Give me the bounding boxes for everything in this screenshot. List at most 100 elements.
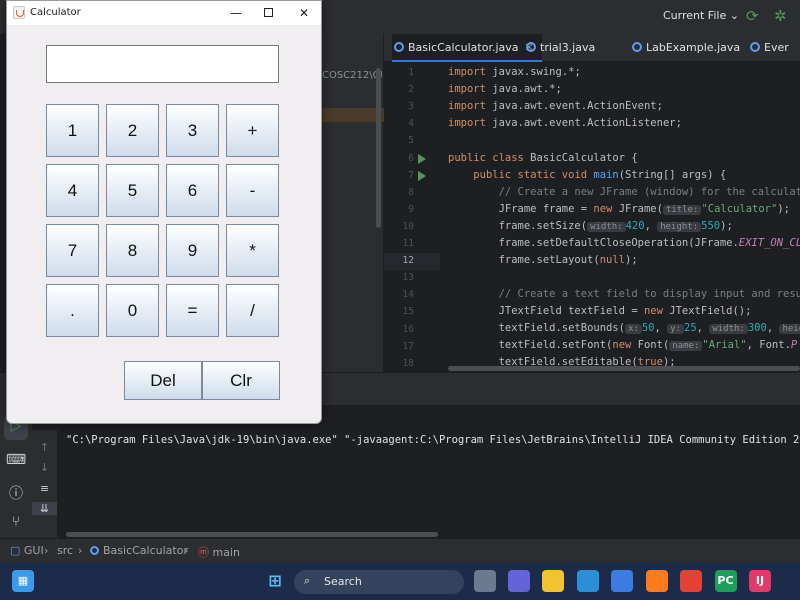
key-1-button[interactable]: 1 <box>46 104 99 157</box>
code-line-9: JFrame frame = new JFrame(title: "Calcula… <box>448 203 790 215</box>
code-line-15: JTextField textField = new JTextField(); <box>448 305 752 317</box>
terminal-icon[interactable]: ⌨ <box>0 452 32 468</box>
tab-label: trial3.java <box>540 41 596 54</box>
chrome-icon[interactable] <box>680 570 702 592</box>
key-0-button[interactable]: 0 <box>106 284 159 337</box>
soft-wrap-icon[interactable]: ≡ <box>32 482 57 495</box>
close-button[interactable]: ✕ <box>289 3 319 23</box>
maximize-button[interactable] <box>253 3 283 23</box>
firefox-icon[interactable] <box>645 570 668 592</box>
run-class-icon[interactable] <box>418 154 426 164</box>
code-line-4: import java.awt.event.ActionListener; <box>448 117 682 129</box>
line-number: 10 <box>402 220 414 232</box>
code-line-6: public class BasicCalculator { <box>448 152 638 164</box>
tab-ever[interactable]: Ever <box>750 34 789 62</box>
editor-horizontal-scrollbar[interactable] <box>448 366 800 371</box>
key-decimal-button[interactable]: . <box>46 284 99 337</box>
console-scrollbar[interactable] <box>66 532 438 537</box>
clear-button[interactable]: Clr <box>202 361 280 400</box>
line-number: 8 <box>408 186 414 198</box>
code-line-3: import java.awt.event.ActionEvent; <box>448 100 663 112</box>
store-icon[interactable] <box>611 570 633 592</box>
java-class-icon <box>394 42 404 52</box>
tab-trial3[interactable]: trial3.java <box>526 34 595 62</box>
key-minus-button[interactable]: - <box>226 164 279 217</box>
code-line-16: textField.setBounds(x: 50, y: 25, width: 30… <box>448 322 800 339</box>
teams-icon[interactable] <box>508 570 530 592</box>
scroll-to-end-icon[interactable]: ⇊ <box>32 502 57 515</box>
calculator-window: Calculator — ✕ 1 2 3 +4 5 6- 7 8 9 *. 0 = / Del Clr <box>6 0 322 424</box>
line-number: 6 <box>408 152 414 164</box>
desktop: Current File ⌄ ⟳ ✲ COSC212\GU BasicCalcu… <box>0 0 800 600</box>
scroll-down-icon[interactable]: ↓ <box>32 461 57 474</box>
breadcrumb-gui[interactable]: ▢ GUI <box>10 544 44 557</box>
key-multiply-button[interactable]: * <box>226 224 279 277</box>
delete-button[interactable]: Del <box>124 361 202 400</box>
run-console-panel <box>0 405 800 538</box>
code-line-14: // Create a text field to display input … <box>448 288 800 300</box>
tab-label: BasicCalculator.java <box>408 41 519 54</box>
line-number: 13 <box>402 272 414 284</box>
line-number: 5 <box>408 135 414 147</box>
start-windows-icon[interactable]: ⊞ <box>264 570 286 592</box>
line-number: 14 <box>402 289 414 301</box>
project-scrollbar[interactable] <box>376 68 381 228</box>
maximize-icon <box>263 8 273 17</box>
key-2-button[interactable]: 2 <box>106 104 159 157</box>
console-output-line: "C:\Program Files\Java\jdk-19\bin\java.e… <box>66 434 800 446</box>
breadcrumb-class[interactable]: BasicCalculator <box>90 544 188 557</box>
line-number: 7 <box>408 169 414 181</box>
tab-label: LabExample.java <box>646 41 741 54</box>
code-line-12: frame.setLayout(null); <box>448 254 638 266</box>
breadcrumb-method[interactable]: ⓜ main <box>198 544 240 560</box>
edge-icon[interactable] <box>576 570 599 592</box>
task-view-icon[interactable] <box>474 570 496 592</box>
tab-label: Ever <box>764 41 789 54</box>
taskbar-search[interactable]: ⌕ Search <box>294 570 464 594</box>
key-3-button[interactable]: 3 <box>166 104 219 157</box>
breadcrumb-sep: › <box>184 544 189 557</box>
java-class-icon <box>90 546 99 555</box>
run-main-icon[interactable] <box>418 171 426 181</box>
code-editor[interactable]: import javax.swing.*; import java.awt.*;… <box>440 62 800 372</box>
key-6-button[interactable]: 6 <box>166 164 219 217</box>
key-8-button[interactable]: 8 <box>106 224 159 277</box>
calculator-display[interactable] <box>46 45 279 83</box>
key-5-button[interactable]: 5 <box>106 164 159 217</box>
status-bar: ▢ GUI › src › BasicCalculator › ⓜ main <box>0 538 800 562</box>
key-7-button[interactable]: 7 <box>46 224 99 277</box>
minimize-button[interactable]: — <box>221 3 251 23</box>
line-number: 18 <box>402 357 414 369</box>
line-number: 9 <box>408 203 414 215</box>
breadcrumb-src[interactable]: src <box>57 544 73 557</box>
rerun-icon[interactable]: ⟳ <box>746 7 759 25</box>
line-number: 3 <box>408 101 414 113</box>
key-9-button[interactable]: 9 <box>166 224 219 277</box>
line-number: 11 <box>402 238 414 249</box>
file-explorer-icon[interactable] <box>542 570 564 592</box>
git-icon[interactable]: ⑂ <box>0 514 32 530</box>
code-line-8: // Create a new JFrame (window) for the … <box>448 186 800 198</box>
line-number: 15 <box>402 306 414 318</box>
pycharm-icon[interactable]: PC <box>714 570 737 592</box>
tab-basiccalculator[interactable]: BasicCalculator.java ✕ <box>392 34 542 62</box>
key-plus-button[interactable]: + <box>226 104 279 157</box>
line-number: 16 <box>402 323 414 335</box>
search-label: Search <box>324 575 362 588</box>
project-path-text: COSC212\GU <box>322 70 382 81</box>
search-icon: ⌕ <box>304 574 311 587</box>
code-line-10: frame.setSize(width: 420, height: 550); <box>448 220 733 232</box>
calculator-titlebar[interactable]: Calculator — ✕ <box>7 1 321 25</box>
run-config-dropdown[interactable]: Current File ⌄ <box>663 9 739 22</box>
intellij-icon[interactable]: IJ <box>749 570 771 592</box>
key-equals-button[interactable]: = <box>166 284 219 337</box>
scroll-up-icon[interactable]: ↑ <box>32 441 57 454</box>
line-number: 12 <box>402 255 414 267</box>
debug-bug-icon[interactable]: ✲ <box>774 7 787 25</box>
widgets-icon[interactable]: ▦ <box>12 570 34 592</box>
key-4-button[interactable]: 4 <box>46 164 99 217</box>
key-divide-button[interactable]: / <box>226 284 279 337</box>
code-line-11: frame.setDefaultCloseOperation(JFrame.EX… <box>448 237 800 249</box>
problems-icon[interactable]: ⓘ <box>0 483 32 503</box>
tab-labexample[interactable]: LabExample.java <box>632 34 740 62</box>
